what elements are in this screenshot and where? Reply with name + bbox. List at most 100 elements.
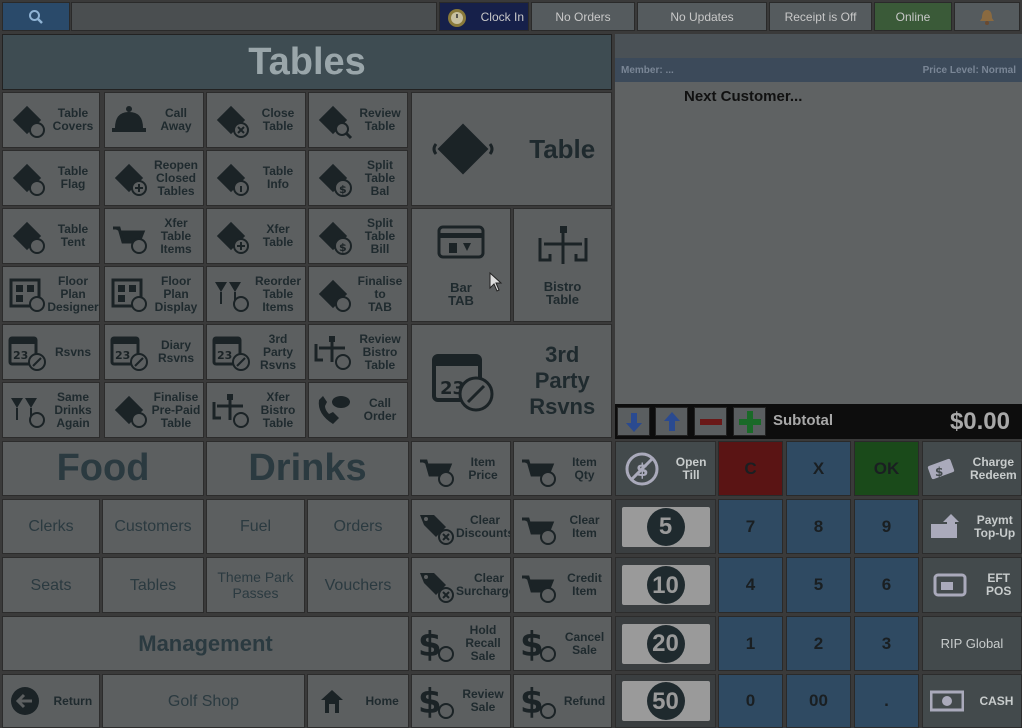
online-status-button[interactable]: Online: [874, 2, 952, 31]
item-qty-button[interactable]: Item Qty: [513, 441, 612, 496]
key-7[interactable]: 7: [718, 499, 783, 554]
key-dot[interactable]: .: [854, 674, 919, 728]
finalise-prepaid-table-button[interactable]: Finalise Pre-Paid Table: [104, 382, 204, 438]
charge-redeem-button[interactable]: $ Charge Redeem: [922, 441, 1022, 496]
svg-text:$: $: [520, 625, 544, 664]
eft-pos-button[interactable]: EFT POS: [922, 557, 1022, 613]
card-icon: [933, 573, 967, 597]
review-bistro-table-button[interactable]: Review Bistro Table: [308, 324, 408, 380]
rip-global-button[interactable]: RIP Global: [922, 616, 1022, 671]
golf-shop-button[interactable]: Golf Shop: [102, 674, 305, 728]
clerks-button[interactable]: Clerks: [2, 499, 100, 554]
key-00[interactable]: 00: [786, 674, 851, 728]
credit-item-button[interactable]: Credit Item: [513, 557, 612, 613]
key-1[interactable]: 1: [718, 616, 783, 671]
theme-park-passes-button[interactable]: Theme Park Passes: [206, 557, 305, 613]
no-orders-button[interactable]: No Orders: [531, 2, 635, 31]
glass-icon: [215, 282, 249, 312]
reorder-table-items-button[interactable]: Reorder Table Items: [206, 266, 306, 322]
floor-plan-designer-button[interactable]: Floor Plan Designer: [2, 266, 100, 322]
no-updates-button[interactable]: No Updates: [637, 2, 767, 31]
note20-button[interactable]: 20: [615, 616, 716, 671]
xfer-table-items-button[interactable]: Xfer Table Items: [104, 208, 204, 264]
clear-key[interactable]: C: [718, 441, 783, 496]
paymt-topup-button[interactable]: Paymt Top-Up: [922, 499, 1022, 554]
search-button[interactable]: [2, 2, 70, 31]
key-0-label: 0: [745, 691, 756, 710]
split-table-bal-button[interactable]: $ Split Table Bal: [308, 150, 408, 206]
paymt-topup-label: Paymt Top-Up: [974, 512, 1016, 540]
hold-recall-sale-button[interactable]: $ Hold Recall Sale: [411, 616, 511, 671]
page-title: Tables: [248, 40, 366, 83]
orders-button[interactable]: Orders: [307, 499, 409, 554]
scroll-up-button[interactable]: [655, 407, 688, 436]
cal-icon: 23: [8, 336, 46, 371]
xfer-table-button[interactable]: Xfer Table: [206, 208, 306, 264]
receipt-toggle-button[interactable]: Receipt is Off: [769, 2, 872, 31]
alerts-button[interactable]: [954, 2, 1020, 31]
third-party-rsvns-small-button[interactable]: 23 3rd Party Rsvns: [206, 324, 306, 380]
return-button[interactable]: Return: [2, 674, 100, 728]
review-table-button[interactable]: Review Table: [308, 92, 408, 148]
third-party-rsvns-big-button[interactable]: 23 3rd Party Rsvns: [411, 324, 612, 438]
call-order-button[interactable]: Call Order: [308, 382, 408, 438]
management-button[interactable]: Management: [2, 616, 409, 671]
ok-key[interactable]: OK: [854, 441, 919, 496]
vouchers-button[interactable]: Vouchers: [307, 557, 409, 613]
x-key[interactable]: X: [786, 441, 851, 496]
note10-button[interactable]: 10: [615, 557, 716, 613]
seats-button[interactable]: Seats: [2, 557, 100, 613]
same-drinks-again-button[interactable]: Same Drinks Again: [2, 382, 100, 438]
bar-tab-button[interactable]: Bar TAB: [411, 208, 511, 322]
key-5[interactable]: 5: [786, 557, 851, 613]
xfer-bistro-table-button[interactable]: Xfer Bistro Table: [206, 382, 306, 438]
key-6[interactable]: 6: [854, 557, 919, 613]
clear-surcharges-button[interactable]: Clear Surcharges: [411, 557, 511, 613]
rsvns-label: Rsvns: [54, 344, 92, 359]
table-covers-button[interactable]: Table Covers: [2, 92, 100, 148]
tables-label: Tables: [129, 576, 177, 594]
table-flag-button[interactable]: Table Flag: [2, 150, 100, 206]
home-button[interactable]: Home: [307, 674, 409, 728]
scroll-down-button[interactable]: [617, 407, 650, 436]
cash-button[interactable]: CASH: [922, 674, 1022, 728]
fuel-button[interactable]: Fuel: [206, 499, 305, 554]
drinks-button[interactable]: Drinks: [206, 441, 409, 496]
bistro-table-button[interactable]: Bistro Table: [513, 208, 612, 322]
rsvns-button[interactable]: 23 Rsvns: [2, 324, 100, 380]
table-info-button[interactable]: Table Info: [206, 150, 306, 206]
clear-item-button[interactable]: Clear Item: [513, 499, 612, 554]
diary-rsvns-button[interactable]: 23 Diary Rsvns: [104, 324, 204, 380]
key-3[interactable]: 3: [854, 616, 919, 671]
key-8[interactable]: 8: [786, 499, 851, 554]
table-button[interactable]: Table: [411, 92, 612, 206]
call-away-button[interactable]: Call Away: [104, 92, 204, 148]
key-9[interactable]: 9: [854, 499, 919, 554]
note5-button[interactable]: 5: [615, 499, 716, 554]
food-button[interactable]: Food: [2, 441, 204, 496]
no-orders-label: No Orders: [555, 9, 611, 24]
finalise-to-tab-button[interactable]: Finalise to TAB: [308, 266, 408, 322]
clear-discounts-button[interactable]: Clear Discounts: [411, 499, 511, 554]
key-4[interactable]: 4: [718, 557, 783, 613]
xfer-table-items-label: Xfer Table Items: [160, 215, 192, 256]
note50-button[interactable]: 50: [615, 674, 716, 728]
key-0[interactable]: 0: [718, 674, 783, 728]
review-sale-button[interactable]: $ Review Sale: [411, 674, 511, 728]
plus-button[interactable]: [733, 407, 766, 436]
open-till-button[interactable]: $ Open Till: [615, 441, 716, 496]
clock-in-button[interactable]: Clock In: [439, 2, 529, 31]
split-table-bill-button[interactable]: $ Split Table Bill: [308, 208, 408, 264]
minus-button[interactable]: [694, 407, 727, 436]
key-2[interactable]: 2: [786, 616, 851, 671]
table-tent-button[interactable]: Table Tent: [2, 208, 100, 264]
floor-plan-display-button[interactable]: Floor Plan Display: [104, 266, 204, 322]
tables-button[interactable]: Tables: [102, 557, 204, 613]
reopen-closed-tables-button[interactable]: Reopen Closed Tables: [104, 150, 204, 206]
table-info-label: Table Info: [262, 164, 294, 191]
item-price-button[interactable]: Item Price: [411, 441, 511, 496]
customers-button[interactable]: Customers: [102, 499, 204, 554]
close-table-button[interactable]: Close Table: [206, 92, 306, 148]
refund-button[interactable]: $ Refund: [513, 674, 612, 728]
cancel-sale-button[interactable]: $ Cancel Sale: [513, 616, 612, 671]
